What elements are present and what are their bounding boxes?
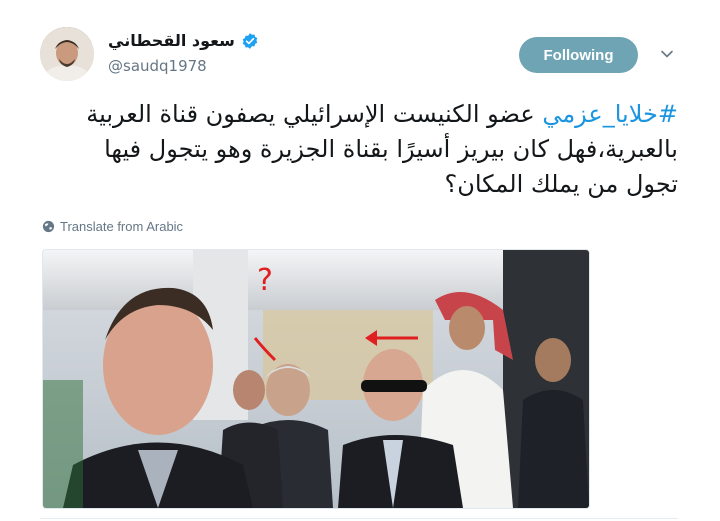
tweet-text-line1: #خلايا_عزمي عضو الكنيست الإسرائيلي يصفون…: [50, 97, 678, 132]
hashtag-link[interactable]: #خلايا_عزمي: [542, 100, 678, 128]
translate-label[interactable]: Translate from Arabic: [60, 219, 183, 234]
translate-link[interactable]: Translate from Arabic: [42, 219, 183, 234]
verified-badge-icon: [242, 32, 258, 49]
tweet-text-line2: بالعبرية،فهل كان بيريز أسيرًا بقناة الجز…: [104, 135, 678, 163]
author-handle[interactable]: @saudq1978: [108, 57, 207, 75]
tweet-text: #خلايا_عزمي عضو الكنيست الإسرائيلي يصفون…: [50, 97, 678, 202]
globe-icon: [42, 220, 55, 233]
divider: [40, 518, 678, 519]
author-name-row[interactable]: سعود القحطاني: [108, 31, 259, 50]
tweet-text-line1-rest: عضو الكنيست الإسرائيلي يصفون قناة العربي…: [86, 100, 543, 128]
chevron-down-icon[interactable]: [660, 47, 674, 61]
tweet-photo[interactable]: ?: [42, 249, 590, 509]
svg-text:?: ?: [257, 263, 273, 298]
author-display-name[interactable]: سعود القحطاني: [108, 31, 235, 50]
tweet-text-line3: تجول من يملك المكان؟: [444, 170, 678, 198]
following-button[interactable]: Following: [519, 37, 638, 73]
author-avatar[interactable]: [40, 27, 94, 81]
